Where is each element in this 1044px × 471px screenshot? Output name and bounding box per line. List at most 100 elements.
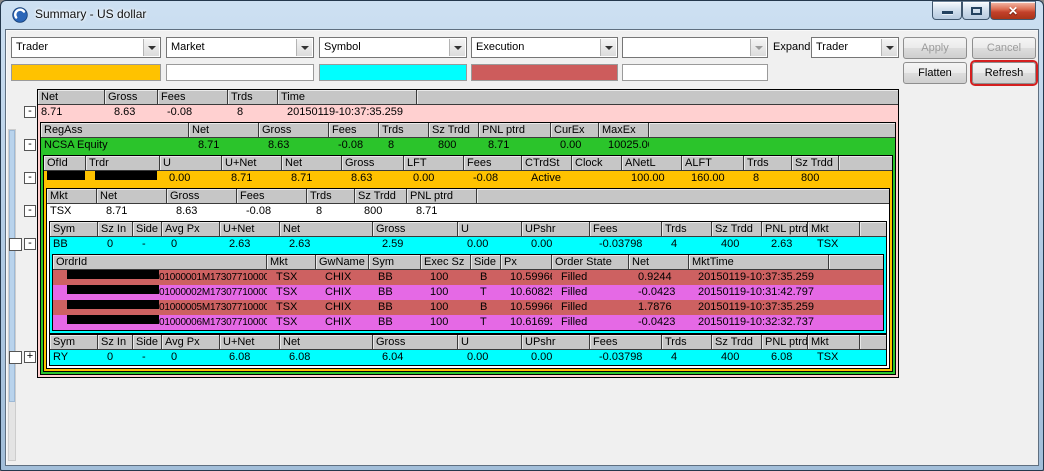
data-cell: 10.616925 xyxy=(510,316,552,328)
orders-table: OrdrId Mkt GwName Sym Exec Sz Side Px Order Sta… xyxy=(52,254,884,331)
refresh-button[interactable]: Refresh xyxy=(972,62,1036,84)
dropdown-arrow-button[interactable] xyxy=(296,39,312,56)
cancel-button[interactable]: Cancel xyxy=(972,37,1036,59)
filler-cell xyxy=(829,270,883,285)
header-cell: Sz Trdd xyxy=(792,156,839,170)
redacted-value xyxy=(67,315,159,324)
close-button[interactable]: ✕ xyxy=(990,1,1036,20)
data-cell: RY xyxy=(53,351,69,363)
header-cell: U xyxy=(160,156,222,170)
execution-filter-field[interactable] xyxy=(471,64,618,81)
data-cell xyxy=(44,171,86,186)
filler-cell xyxy=(829,315,883,330)
header-cell: Mkt xyxy=(808,335,860,349)
header-cell: Time xyxy=(278,90,417,104)
sym_ry-row-checkbox[interactable] xyxy=(9,350,22,364)
data-cell: 400 xyxy=(721,238,740,250)
sym_bb-row-checkbox[interactable] xyxy=(9,237,22,251)
header-cell: Trds xyxy=(228,90,278,104)
data-cell: 8.71 xyxy=(198,139,220,151)
data-cell: -0.08 xyxy=(167,106,193,118)
order-id-text: 01000001M173077100000 xyxy=(159,272,267,283)
symbol-filter-dropdown[interactable]: Symbol xyxy=(319,37,467,58)
chevron-down-icon xyxy=(454,46,462,50)
vertical-scrollbar[interactable] xyxy=(8,129,16,461)
data-cell: 8.63 xyxy=(268,139,290,151)
sym_bb-expander[interactable]: - xyxy=(24,237,36,250)
apply-button[interactable]: Apply xyxy=(903,37,967,59)
header-cell: PNL ptrd xyxy=(762,222,808,236)
data-cell: -0.08 xyxy=(246,205,272,217)
expand-dropdown[interactable]: Trader xyxy=(811,37,899,58)
regass-expander[interactable]: - xyxy=(24,138,36,151)
data-cell: 20150119-10:37:35.259 xyxy=(287,106,404,118)
sym_ry-row[interactable]: RY 0 - 0 6.08 6.08 6.04 0.00 0.00 -0.03798 4 400 6.0… xyxy=(50,350,886,365)
data-cell: 8 xyxy=(316,205,323,217)
mkt-row[interactable]: TSX 8.71 8.63 -0.08 8 800 8.71 xyxy=(47,204,889,219)
ofid-table: OfId Trdr U U+Net Net Gross LFT Fees CTrdSt Clock… xyxy=(43,155,893,372)
sym_bb-row[interactable]: BB 0 - 0 2.63 2.63 2.59 0.00 0.00 -0.03798 4 400 2.6… xyxy=(50,237,886,252)
maximize-button[interactable] xyxy=(962,1,990,20)
data-cell: 10.608294 xyxy=(510,286,552,298)
data-cell: CHIX xyxy=(325,271,352,283)
data-cell: 6.08 xyxy=(229,351,251,363)
header-cell: Trds xyxy=(662,335,712,349)
data-cell: - xyxy=(142,351,146,363)
data-cell: 10.599662 xyxy=(510,301,552,313)
market-filter-dropdown[interactable]: Market xyxy=(166,37,314,58)
flatten-button[interactable]: Flatten xyxy=(903,62,967,84)
ofid-row[interactable]: 0.00 8.71 8.71 8.63 0.00 -0.08 Active 100.00 160… xyxy=(44,171,892,186)
ofid-expander[interactable]: - xyxy=(24,171,36,184)
orders-row[interactable]: 01000001M173077100000 TSX CHIX BB 100 B 10.599… xyxy=(53,270,883,285)
filler-cell xyxy=(649,138,895,153)
data-cell: CHIX xyxy=(325,286,352,298)
minimize-button[interactable] xyxy=(932,1,962,20)
redacted-value xyxy=(67,285,159,294)
mkt-expander[interactable]: - xyxy=(24,204,36,217)
data-cell: 800 xyxy=(364,205,383,217)
orders-group: OrdrId Mkt GwName Sym Exec Sz Side Px Order Sta… xyxy=(50,252,886,333)
regass-row[interactable]: NCSA Equity 8.71 8.63 -0.08 8 800 8.71 0.00 1002… xyxy=(41,138,895,153)
data-cell: 8.63 xyxy=(176,205,198,217)
header-cell: ALFT xyxy=(682,156,744,170)
trader-filter-dropdown[interactable]: Trader xyxy=(11,37,161,58)
dropdown-arrow-button[interactable] xyxy=(449,39,465,56)
dropdown-arrow-button[interactable] xyxy=(143,39,159,56)
symbol-filter-field[interactable] xyxy=(319,64,467,81)
redacted-value xyxy=(47,171,85,180)
symbol-filter-value: Symbol xyxy=(324,41,361,53)
summary-expander[interactable]: - xyxy=(24,105,36,118)
execution-filter-dropdown[interactable]: Execution xyxy=(471,37,618,58)
summary-row[interactable]: 8.71 8.63 -0.08 8 20150119-10:37:35.259 xyxy=(38,105,898,120)
data-cell: B xyxy=(480,271,488,283)
trader-filter-field[interactable] xyxy=(11,64,161,81)
data-cell: 8 xyxy=(237,106,244,118)
title-bar[interactable]: Summary - US dollar ✕ xyxy=(1,1,1043,29)
dropdown-arrow-button[interactable] xyxy=(600,39,616,56)
market-filter-field[interactable] xyxy=(166,64,314,81)
header-cell: U xyxy=(458,335,522,349)
dropdown-arrow-button[interactable] xyxy=(881,39,897,56)
data-cell: 1.7876 xyxy=(638,301,672,313)
data-cell: 160.00 xyxy=(691,172,725,184)
market-filter-value: Market xyxy=(171,41,205,53)
orders-row[interactable]: 01000005M173077100000 TSX CHIX BB 100 B 10.599… xyxy=(53,300,883,315)
header-cell: PNL ptrd xyxy=(479,123,551,137)
header-cell: RegAss xyxy=(41,123,189,137)
orders-row[interactable]: 01000006M173077100000 TSX CHIX BB 100 T 10.616… xyxy=(53,315,883,330)
header-cell: Net xyxy=(629,255,689,269)
data-cell: 0.00 xyxy=(467,238,489,250)
data-cell: 6.04 xyxy=(382,351,404,363)
data-cell: 0 xyxy=(107,238,114,250)
sym_ry-expander[interactable]: + xyxy=(24,350,36,363)
header-cell: PNL ptrd xyxy=(407,189,477,203)
filler-cell xyxy=(839,156,892,170)
mkt-header-row: Mkt Net Gross Fees Trds Sz Trdd PNL ptrd xyxy=(47,189,889,204)
header-cell: Order State xyxy=(552,255,629,269)
orders-row[interactable]: 01000002M173077100000 TSX CHIX BB 100 T 10.608… xyxy=(53,285,883,300)
extra-filter-field[interactable] xyxy=(622,64,768,81)
header-cell: Trds xyxy=(744,156,792,170)
header-cell: Net xyxy=(282,156,342,170)
window-title: Summary - US dollar xyxy=(35,7,147,21)
header-cell: U+Net xyxy=(222,156,282,170)
